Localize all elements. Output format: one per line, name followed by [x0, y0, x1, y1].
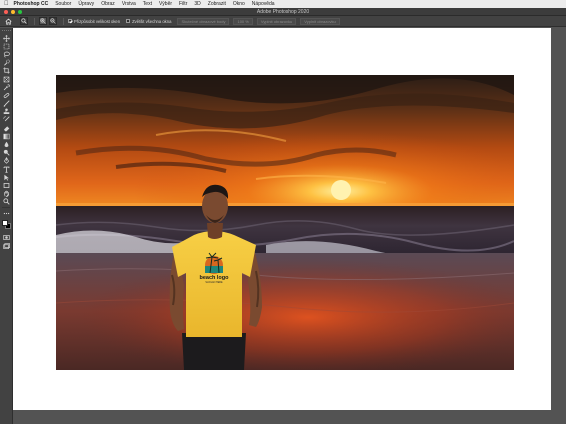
crop-tool-icon[interactable] — [1, 67, 12, 75]
menu-type[interactable]: Text — [143, 1, 152, 7]
menu-app-name[interactable]: Photoshop CC — [14, 1, 49, 7]
dodge-tool-icon[interactable] — [1, 149, 12, 157]
blur-tool-icon[interactable] — [1, 140, 12, 148]
screen-mode-icon[interactable] — [1, 242, 12, 250]
menu-file[interactable]: Soubor — [55, 1, 71, 7]
resize-windows-label: Přizpůsobit velikost oken — [74, 18, 121, 24]
checkbox-unchecked-icon[interactable] — [126, 19, 131, 23]
rectangle-tool-icon[interactable] — [1, 181, 12, 189]
options-divider — [34, 17, 35, 25]
fill-screen-button[interactable]: Vyplnit obrazovku — [300, 17, 340, 25]
menu-bar:  Photoshop CC Soubor Úpravy Obraz Vrstv… — [0, 0, 566, 8]
shirt-slogan-text: SLOGAN HERE — [205, 281, 223, 284]
path-select-tool-icon[interactable] — [1, 173, 12, 181]
apple-icon[interactable]:  — [4, 0, 9, 8]
zoom-out-icon[interactable] — [49, 17, 57, 25]
healing-brush-tool-icon[interactable] — [1, 91, 12, 99]
window-title-bar: Adobe Photoshop 2020 — [0, 8, 566, 16]
menu-edit[interactable]: Úpravy — [78, 1, 94, 7]
zoom-all-windows-checkbox[interactable]: Zvětšit všechna okna — [126, 19, 171, 24]
type-tool-icon[interactable] — [1, 165, 12, 173]
pen-tool-icon[interactable] — [1, 157, 12, 165]
menu-select[interactable]: Výběr — [159, 1, 172, 7]
zoom-in-icon[interactable] — [39, 17, 47, 25]
zoom-100-button[interactable]: 100 % — [233, 17, 253, 25]
more-tools-icon[interactable] — [1, 209, 12, 217]
zoom-tool-preset-icon[interactable] — [20, 17, 28, 25]
zoom-all-windows-label: Zvětšit všechna okna — [132, 18, 172, 24]
options-bar: Přizpůsobit velikost oken Zvětšit všechn… — [0, 16, 566, 27]
gradient-tool-icon[interactable] — [1, 132, 12, 140]
brush-tool-icon[interactable] — [1, 100, 12, 108]
quick-select-tool-icon[interactable] — [1, 59, 12, 67]
move-tool-icon[interactable] — [1, 34, 12, 42]
panel-grip[interactable] — [1, 30, 11, 32]
photo-layer[interactable]: beach logo SLOGAN HERE — [56, 75, 514, 370]
document-canvas[interactable]: beach logo SLOGAN HERE — [13, 28, 551, 410]
composite-image: beach logo SLOGAN HERE — [56, 75, 514, 370]
tools-panel — [0, 28, 13, 424]
history-brush-tool-icon[interactable] — [1, 116, 12, 124]
menu-3d[interactable]: 3D — [194, 1, 200, 7]
photoshop-window:  Photoshop CC Soubor Úpravy Obraz Vrstv… — [0, 0, 566, 424]
frame-tool-icon[interactable] — [1, 75, 12, 83]
color-swatches — [1, 219, 12, 230]
menu-view[interactable]: Zobrazit — [208, 1, 226, 7]
fit-screen-button[interactable]: Vyplnit obrazovku — [256, 17, 297, 25]
eyedropper-tool-icon[interactable] — [1, 83, 12, 91]
menu-help[interactable]: Nápověda — [252, 1, 275, 7]
clone-stamp-tool-icon[interactable] — [1, 108, 12, 116]
marquee-tool-icon[interactable] — [1, 42, 12, 50]
menu-image[interactable]: Obraz — [101, 1, 115, 7]
resize-windows-checkbox[interactable]: Přizpůsobit velikost oken — [68, 19, 120, 24]
home-icon[interactable] — [4, 17, 12, 25]
options-divider — [63, 17, 64, 25]
actual-pixels-button[interactable]: Skutečné obrazové body — [177, 17, 230, 25]
hand-tool-icon[interactable] — [1, 190, 12, 198]
menu-window[interactable]: Okno — [233, 1, 245, 7]
checkbox-checked-icon[interactable] — [68, 19, 72, 23]
canvas-area[interactable]: beach logo SLOGAN HERE — [13, 28, 566, 424]
lasso-tool-icon[interactable] — [1, 50, 12, 58]
menu-layer[interactable]: Vrstva — [122, 1, 136, 7]
menu-filter[interactable]: Filtr — [179, 1, 187, 7]
tools-divider — [2, 206, 10, 208]
window-title: Adobe Photoshop 2020 — [256, 9, 310, 15]
quick-mask-icon[interactable] — [1, 233, 12, 241]
foreground-color-swatch[interactable] — [1, 220, 8, 227]
eraser-tool-icon[interactable] — [1, 124, 12, 132]
zoom-tool-icon[interactable] — [1, 198, 12, 206]
